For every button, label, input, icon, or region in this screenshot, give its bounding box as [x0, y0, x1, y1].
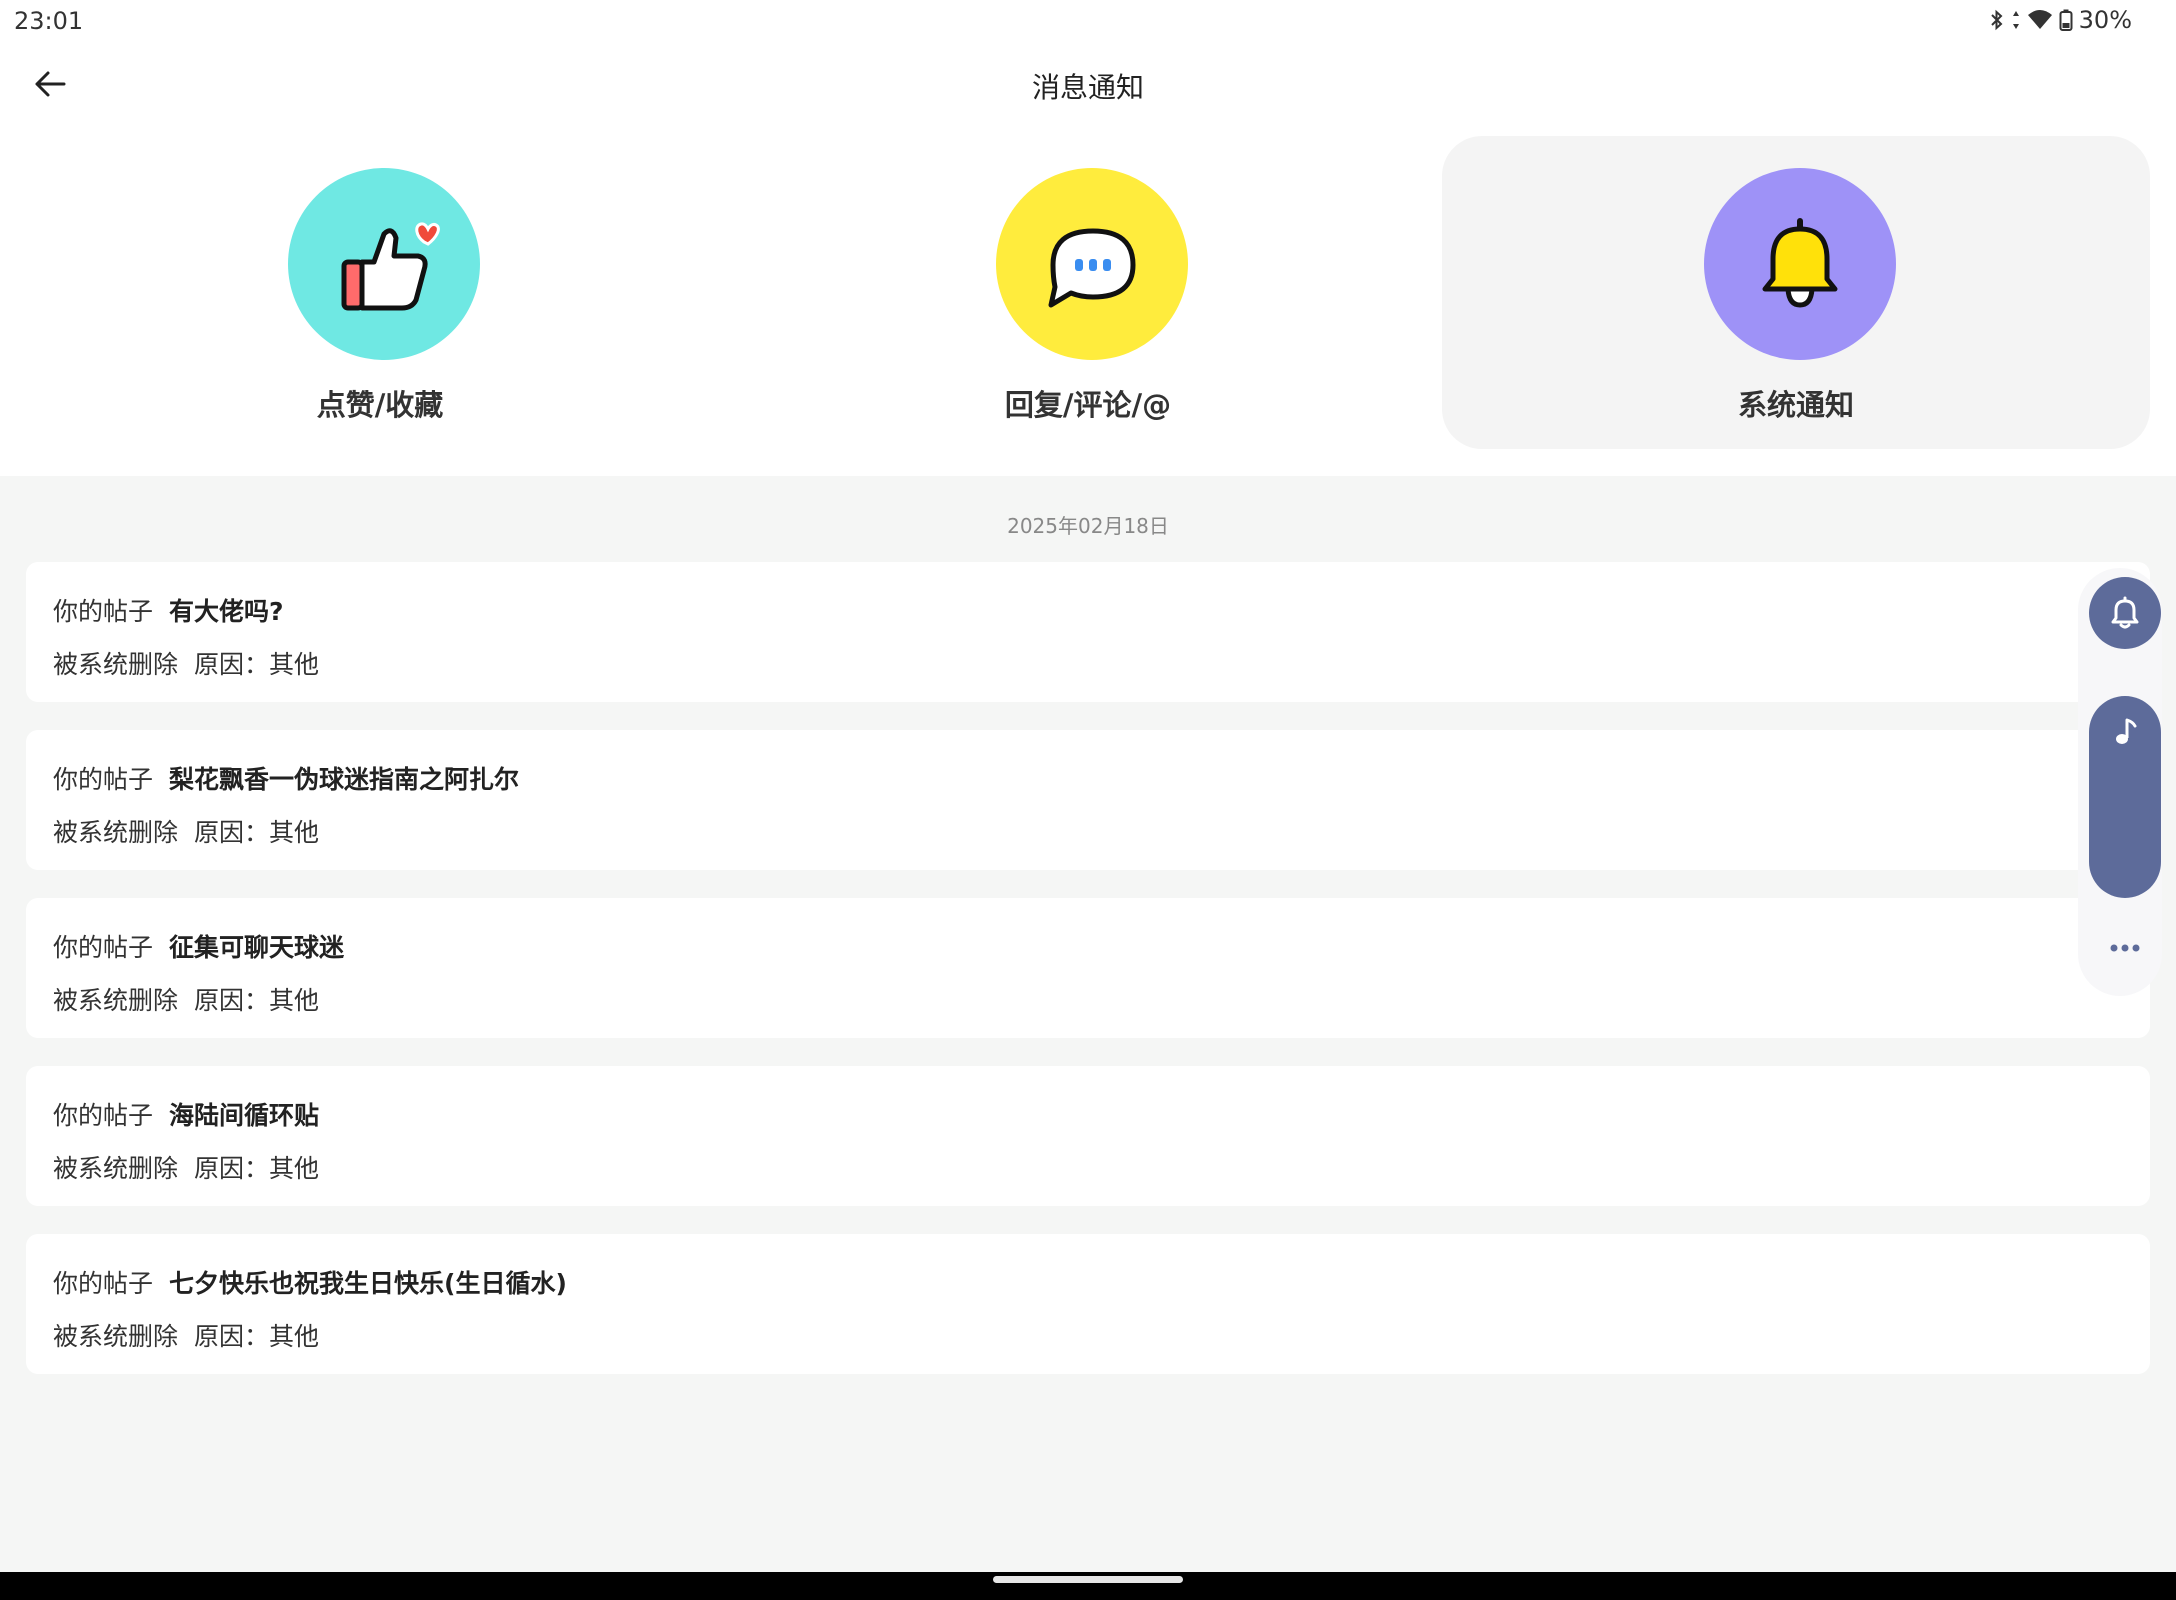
- message-item[interactable]: 你的帖子 梨花飘香一伪球迷指南之阿扎尔 被系统删除 原因：其他: [26, 730, 2150, 870]
- category-system-notifications[interactable]: 系统通知: [1442, 136, 2150, 449]
- category-likes-favorites[interactable]: 点赞/收藏: [26, 136, 734, 449]
- post-title: 七夕快乐也祝我生日快乐(生日循水): [169, 1269, 567, 1298]
- category-label: 回复/评论/@: [1004, 388, 1172, 422]
- home-gesture-handle[interactable]: [993, 1576, 1183, 1583]
- system-icon-circle: [1704, 168, 1896, 360]
- post-title: 梨花飘香一伪球迷指南之阿扎尔: [169, 765, 520, 794]
- battery-percent: 30%: [2078, 6, 2132, 34]
- chat-bubble-icon: [1048, 228, 1136, 308]
- post-title: 有大佬吗?: [169, 597, 284, 626]
- delete-reason: 原因：其他: [194, 1322, 320, 1351]
- message-item[interactable]: 你的帖子 征集可聊天球迷 被系统删除 原因：其他: [26, 898, 2150, 1038]
- music-note-icon: [2116, 718, 2137, 744]
- message-item[interactable]: 你的帖子 七夕快乐也祝我生日快乐(生日循水) 被系统删除 原因：其他: [26, 1234, 2150, 1374]
- delete-reason: 原因：其他: [194, 986, 320, 1015]
- data-arrows-icon: [2012, 11, 2019, 29]
- message-item[interactable]: 你的帖子 海陆间循环贴 被系统删除 原因：其他: [26, 1066, 2150, 1206]
- post-title: 征集可聊天球迷: [169, 933, 345, 962]
- post-prefix: 你的帖子: [53, 933, 154, 962]
- post-prefix: 你的帖子: [53, 597, 154, 626]
- category-label: 系统通知: [1737, 388, 1854, 422]
- wifi-icon: [2027, 10, 2052, 29]
- bell-icon: [2111, 596, 2139, 629]
- post-prefix: 你的帖子: [53, 1101, 154, 1130]
- delete-reason: 原因：其他: [194, 818, 320, 847]
- post-prefix: 你的帖子: [53, 765, 154, 794]
- delete-status: 被系统删除: [53, 650, 179, 679]
- delete-status: 被系统删除: [53, 818, 179, 847]
- likes-icon-circle: [288, 168, 480, 360]
- delete-reason: 原因：其他: [194, 1154, 320, 1183]
- delete-status: 被系统删除: [53, 1322, 179, 1351]
- bluetooth-icon: [1990, 9, 2003, 31]
- floating-bell-button[interactable]: [2089, 577, 2161, 649]
- message-item[interactable]: 你的帖子 有大佬吗? 被系统删除 原因：其他: [26, 562, 2150, 702]
- category-replies-comments[interactable]: 回复/评论/@: [734, 136, 1442, 449]
- more-icon: [2110, 944, 2140, 952]
- bell-icon: [1762, 218, 1838, 308]
- post-title: 海陆间循环贴: [169, 1101, 320, 1130]
- delete-status: 被系统删除: [53, 1154, 179, 1183]
- status-time: 23:01: [14, 7, 84, 35]
- floating-more-button[interactable]: [2097, 935, 2153, 961]
- category-label: 点赞/收藏: [316, 388, 444, 422]
- replies-icon-circle: [996, 168, 1188, 360]
- status-icons: 30%: [1989, 6, 2132, 34]
- floating-music-button[interactable]: [2089, 696, 2161, 898]
- date-label: 2025年02月18日: [1007, 514, 1169, 538]
- delete-reason: 原因：其他: [194, 650, 320, 679]
- delete-status: 被系统删除: [53, 986, 179, 1015]
- page-title: 消息通知: [1031, 71, 1144, 104]
- battery-icon: [2059, 9, 2073, 31]
- thumbs-up-icon: [341, 222, 440, 311]
- post-prefix: 你的帖子: [53, 1269, 154, 1298]
- message-list: 你的帖子 有大佬吗? 被系统删除 原因：其他 你的帖子 梨花飘香一伪球迷指南之阿扎尔 …: [26, 562, 2150, 1402]
